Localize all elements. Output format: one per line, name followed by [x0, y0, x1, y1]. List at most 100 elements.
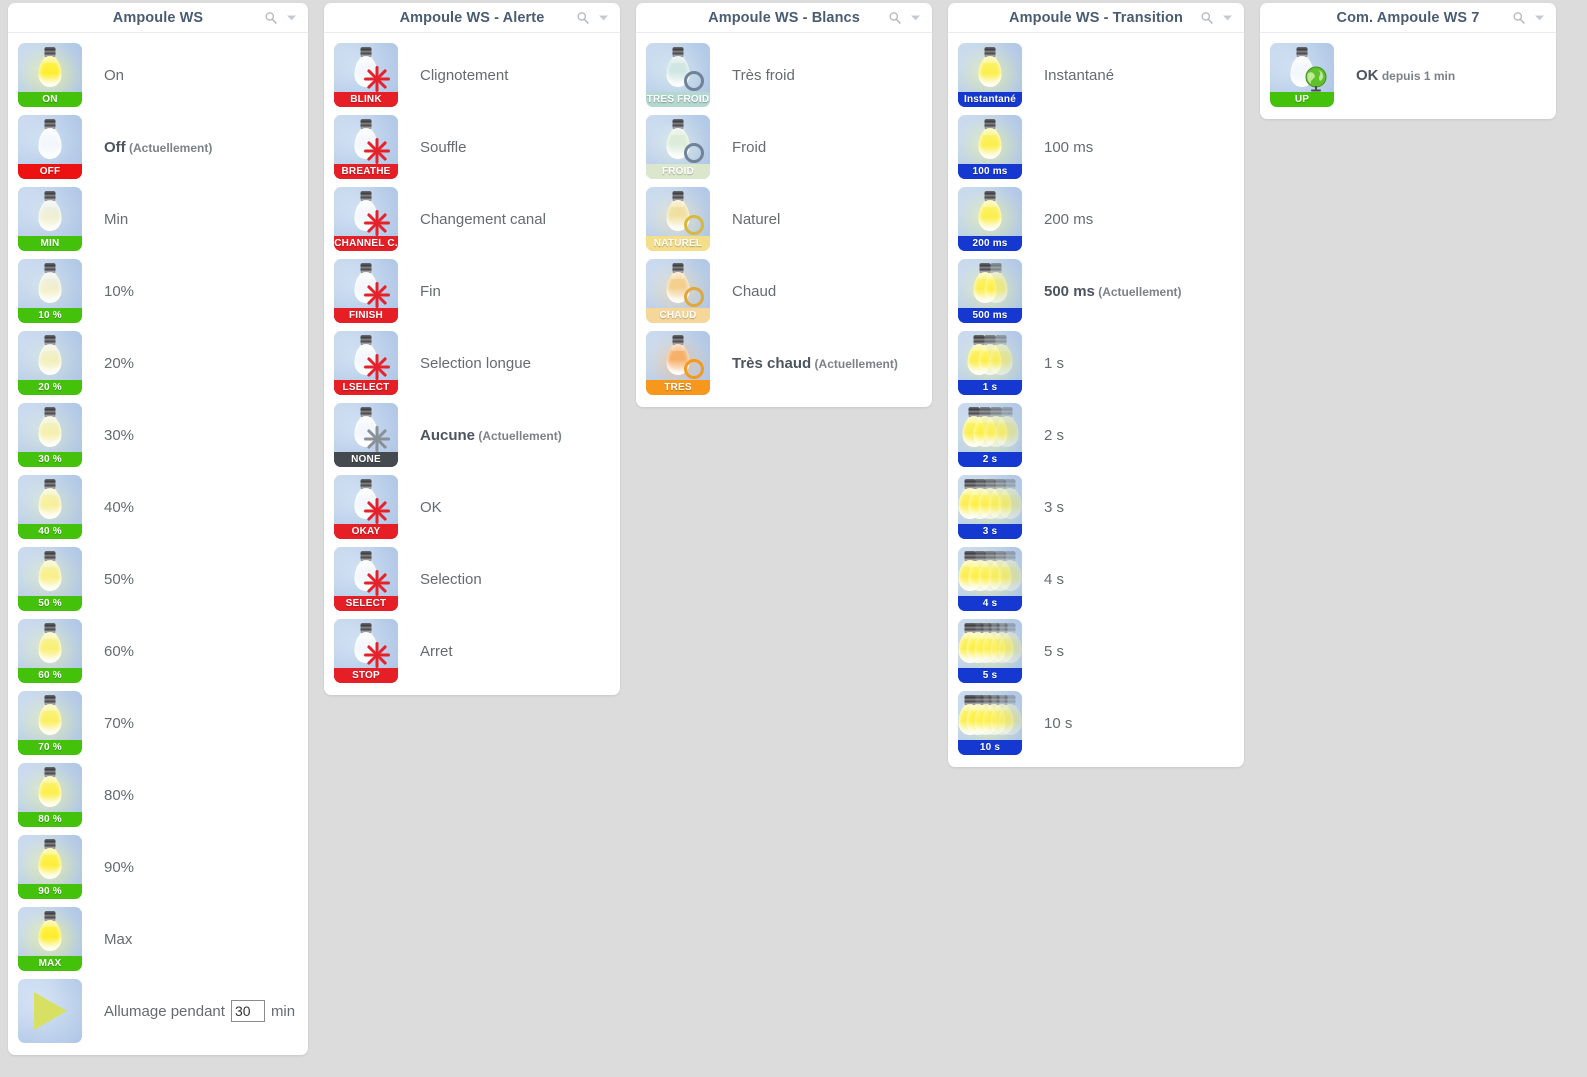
list-item-white[interactable]: FROID Froid [636, 111, 932, 183]
list-item-dimmer[interactable]: 10 % 10% [8, 255, 308, 327]
bulb-tile[interactable]: 30 % [18, 403, 82, 467]
list-item-alert[interactable]: BREATHE Souffle [324, 111, 620, 183]
list-item-white[interactable]: TRES FROID Très froid [636, 39, 932, 111]
timer-form: Allumage pendant min [104, 1000, 295, 1022]
play-icon[interactable] [34, 992, 67, 1030]
search-icon[interactable] [576, 11, 590, 25]
bulb-tile[interactable]: 70 % [18, 691, 82, 755]
list-item-transition[interactable]: 200 ms 200 ms [948, 183, 1244, 255]
timer-row[interactable]: Allumage pendant min [8, 975, 308, 1047]
panel-alert: Ampoule WS - Alerte BLINK Clignotement BREA… [324, 3, 620, 695]
list-item-alert[interactable]: BLINK Clignotement [324, 39, 620, 111]
list-item-white[interactable]: CHAUD Chaud [636, 255, 932, 327]
bulb-tile[interactable]: OFF [18, 115, 82, 179]
chevron-down-icon[interactable] [1221, 11, 1234, 24]
list-item-transition[interactable]: 1 s 1 s [948, 327, 1244, 399]
chevron-down-icon[interactable] [597, 11, 610, 24]
list-item-dimmer[interactable]: MAX Max [8, 903, 308, 975]
search-icon[interactable] [888, 11, 902, 25]
bulb-tile[interactable]: FROID [646, 115, 710, 179]
bulb-tile[interactable]: BLINK [334, 43, 398, 107]
search-icon[interactable] [1200, 11, 1214, 25]
bulb-tile[interactable]: 3 s [958, 475, 1022, 539]
bulb-tile[interactable]: 20 % [18, 331, 82, 395]
alert-burst-icon [364, 570, 390, 596]
list-item-dimmer[interactable]: 50 % 50% [8, 543, 308, 615]
chevron-down-icon[interactable] [1533, 11, 1546, 24]
panel-header: Ampoule WS - Transition [948, 3, 1244, 33]
bulb-tile[interactable]: 2 s [958, 403, 1022, 467]
bulb-tile[interactable]: 40 % [18, 475, 82, 539]
item-label: 3 s [1044, 498, 1065, 516]
list-item-dimmer[interactable]: 80 % 80% [8, 759, 308, 831]
bulb-tile[interactable]: STOP [334, 619, 398, 683]
list-item-alert[interactable]: SELECT Selection [324, 543, 620, 615]
list-item-transition[interactable]: 4 s 4 s [948, 543, 1244, 615]
bulb-tile[interactable]: 4 s [958, 547, 1022, 611]
bulb-glyph [997, 479, 1022, 523]
bulb-tile[interactable]: 5 s [958, 619, 1022, 683]
list-item-white[interactable]: NATUREL Naturel [636, 183, 932, 255]
bulb-tile[interactable]: MIN [18, 187, 82, 251]
bulb-tile[interactable]: 90 % [18, 835, 82, 899]
chevron-down-icon[interactable] [285, 11, 298, 24]
bulb-tile[interactable]: 500 ms [958, 259, 1022, 323]
list-item-dimmer[interactable]: OFF Off (Actuellement) [8, 111, 308, 183]
list-item-white[interactable]: TRES CHAUD Très chaud (Actuellement) [636, 327, 932, 399]
bulb-tile[interactable]: FINISH [334, 259, 398, 323]
list-item-transition[interactable]: 500 ms 500 ms (Actuellement) [948, 255, 1244, 327]
bulb-tile[interactable]: 10 % [18, 259, 82, 323]
list-item-dimmer[interactable]: 60 % 60% [8, 615, 308, 687]
bulb-tile[interactable]: CHAUD [646, 259, 710, 323]
list-item-transition[interactable]: Instantané Instantané [948, 39, 1244, 111]
list-item-dimmer[interactable]: 20 % 20% [8, 327, 308, 399]
list-item-transition[interactable]: 5 s 5 s [948, 615, 1244, 687]
bulb-glyph [37, 47, 63, 91]
bulb-tile[interactable]: 1 s [958, 331, 1022, 395]
list-item-alert[interactable]: CHANNEL C. Changement canal [324, 183, 620, 255]
list-item-status[interactable]: UP OK depuis 1 min [1260, 39, 1556, 111]
panel-body: Instantané Instantané 100 ms 100 ms 200 ms 20… [948, 33, 1244, 767]
bulb-tile[interactable]: Instantané [958, 43, 1022, 107]
list-item-alert[interactable]: NONE Aucune (Actuellement) [324, 399, 620, 471]
list-item-alert[interactable]: OKAY OK [324, 471, 620, 543]
bulb-tile[interactable]: ON [18, 43, 82, 107]
list-item-transition[interactable]: 10 s 10 s [948, 687, 1244, 759]
bulb-tile[interactable]: UP [1270, 43, 1334, 107]
list-item-transition[interactable]: 100 ms 100 ms [948, 111, 1244, 183]
search-icon[interactable] [1512, 11, 1526, 25]
bulb-tile[interactable]: MAX [18, 907, 82, 971]
bulb-glyph [37, 335, 63, 379]
bulb-tile[interactable]: TRES CHAUD [646, 331, 710, 395]
list-item-dimmer[interactable]: 90 % 90% [8, 831, 308, 903]
list-item-transition[interactable]: 2 s 2 s [948, 399, 1244, 471]
bulb-tile[interactable]: NATUREL [646, 187, 710, 251]
bulb-tile[interactable]: CHANNEL C. [334, 187, 398, 251]
bulb-tile[interactable]: SELECT [334, 547, 398, 611]
timer-duration-input[interactable] [230, 1000, 265, 1022]
bulb-tile[interactable]: OKAY [334, 475, 398, 539]
list-item-alert[interactable]: FINISH Fin [324, 255, 620, 327]
bulb-tile[interactable]: 50 % [18, 547, 82, 611]
bulb-tile[interactable]: 200 ms [958, 187, 1022, 251]
list-item-dimmer[interactable]: 40 % 40% [8, 471, 308, 543]
list-item-transition[interactable]: 3 s 3 s [948, 471, 1244, 543]
bulb-tile[interactable]: 80 % [18, 763, 82, 827]
bulb-tile[interactable]: 10 s [958, 691, 1022, 755]
list-item-alert[interactable]: STOP Arret [324, 615, 620, 687]
list-item-dimmer[interactable]: ON On [8, 39, 308, 111]
list-item-dimmer[interactable]: MIN Min [8, 183, 308, 255]
bulb-tile[interactable]: LSELECT [334, 331, 398, 395]
panel-dimmer: Ampoule WS ON On OFF Off (Actuellement) MIN Mi… [8, 3, 308, 1055]
bulb-tile[interactable]: TRES FROID [646, 43, 710, 107]
search-icon[interactable] [264, 11, 278, 25]
bulb-tile[interactable]: 100 ms [958, 115, 1022, 179]
bulb-tile[interactable]: NONE [334, 403, 398, 467]
bulb-tile[interactable]: 60 % [18, 619, 82, 683]
chevron-down-icon[interactable] [909, 11, 922, 24]
timer-play-tile[interactable] [18, 979, 82, 1043]
list-item-alert[interactable]: LSELECT Selection longue [324, 327, 620, 399]
bulb-tile[interactable]: BREATHE [334, 115, 398, 179]
list-item-dimmer[interactable]: 70 % 70% [8, 687, 308, 759]
list-item-dimmer[interactable]: 30 % 30% [8, 399, 308, 471]
